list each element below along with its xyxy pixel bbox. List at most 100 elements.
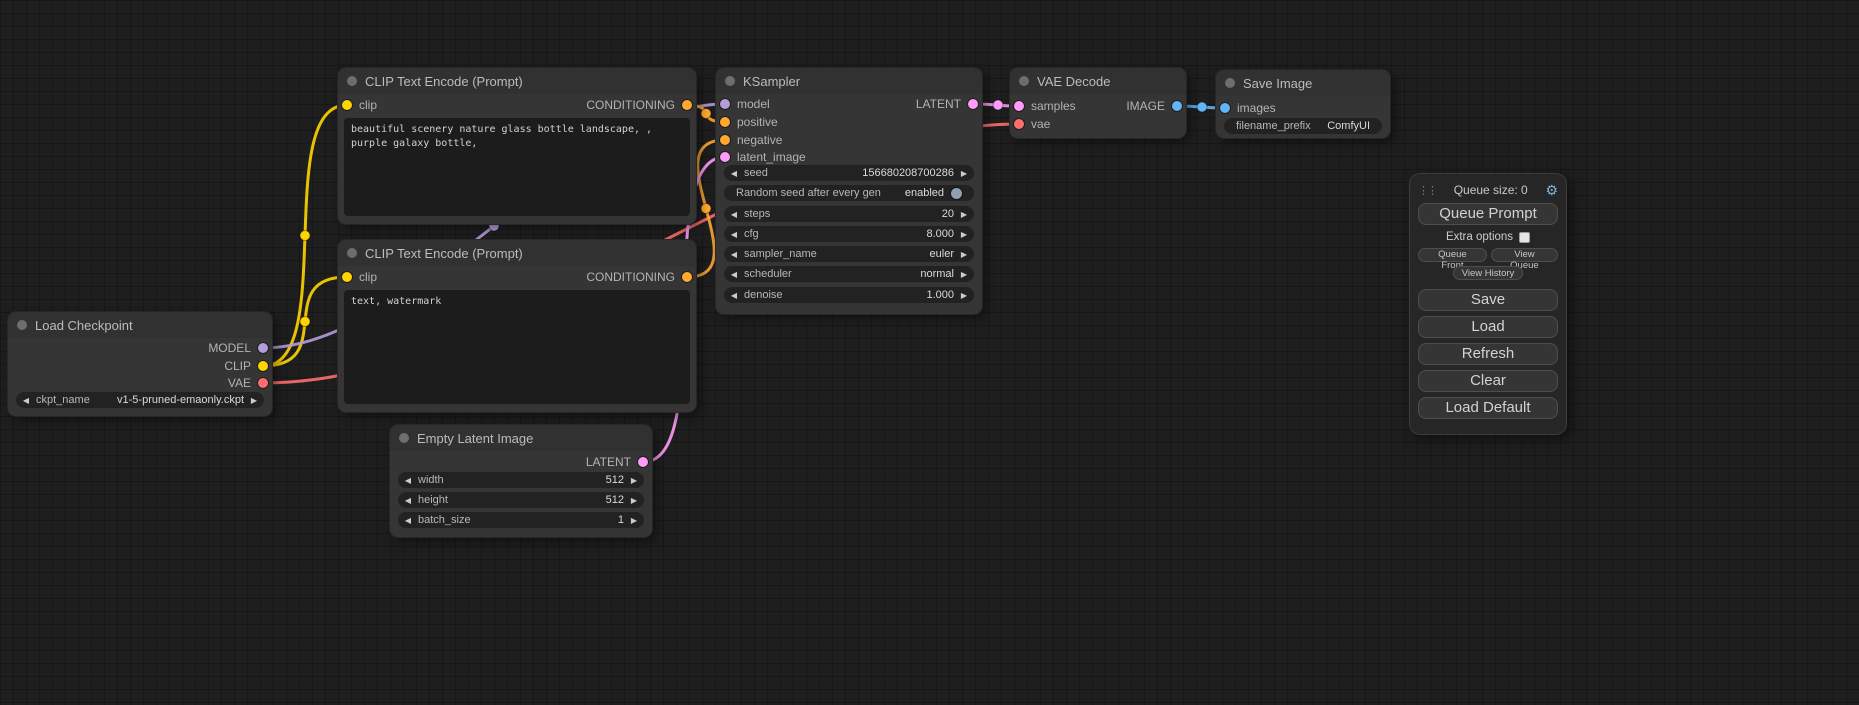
clear-button[interactable]: Clear [1418, 370, 1558, 392]
input-slot-negative[interactable]: negative [720, 131, 782, 149]
slot-dot[interactable] [720, 135, 730, 145]
output-slot-clip[interactable]: CLIP [224, 357, 268, 375]
link-midpoint-dot[interactable] [1197, 102, 1207, 112]
node-title-bar[interactable]: Save Image [1216, 70, 1390, 96]
slot-dot[interactable] [258, 343, 268, 353]
slot-dot[interactable] [1014, 101, 1024, 111]
output-slot-conditioning[interactable]: CONDITIONING [586, 268, 692, 286]
extra-options-checkbox[interactable] [1519, 232, 1530, 243]
increment-arrow-icon[interactable]: ▶ [954, 169, 974, 178]
increment-arrow-icon[interactable]: ▶ [954, 210, 974, 219]
widget-scheduler[interactable]: ◀ scheduler normal ▶ [724, 266, 974, 282]
view-history-button[interactable]: View History [1453, 266, 1524, 280]
slot-dot[interactable] [258, 361, 268, 371]
collapse-dot-icon[interactable] [725, 76, 735, 86]
increment-arrow-icon[interactable]: ▶ [624, 476, 644, 485]
collapse-dot-icon[interactable] [1225, 78, 1235, 88]
slot-dot[interactable] [720, 99, 730, 109]
widget-cfg[interactable]: ◀ cfg 8.000 ▶ [724, 226, 974, 242]
toggle-knob-icon[interactable] [951, 188, 962, 199]
prompt-textarea[interactable]: beautiful scenery nature glass bottle la… [344, 118, 690, 216]
node-title-bar[interactable]: Empty Latent Image [390, 425, 652, 451]
input-slot-images[interactable]: images [1220, 99, 1276, 117]
decrement-arrow-icon[interactable]: ◀ [724, 169, 744, 178]
collapse-dot-icon[interactable] [347, 76, 357, 86]
input-slot-latent-image[interactable]: latent_image [720, 148, 806, 166]
slot-dot[interactable] [1014, 119, 1024, 129]
increment-arrow-icon[interactable]: ▶ [624, 516, 644, 525]
link-midpoint-dot[interactable] [300, 317, 310, 327]
node-title-bar[interactable]: VAE Decode [1010, 68, 1186, 94]
output-slot-latent[interactable]: LATENT [586, 453, 648, 471]
comfyui-canvas[interactable]: { "link_colors": { "model": "#B39DDB", "… [0, 0, 1859, 705]
decrement-arrow-icon[interactable]: ◀ [724, 270, 744, 279]
slot-dot[interactable] [258, 378, 268, 388]
slot-dot[interactable] [720, 152, 730, 162]
output-slot-image[interactable]: IMAGE [1126, 97, 1182, 115]
output-slot-vae[interactable]: VAE [228, 374, 268, 392]
decrement-arrow-icon[interactable]: ◀ [398, 496, 418, 505]
slot-dot[interactable] [1172, 101, 1182, 111]
slot-dot[interactable] [968, 99, 978, 109]
output-slot-model[interactable]: MODEL [208, 339, 268, 357]
prompt-textarea[interactable]: text, watermark [344, 290, 690, 404]
refresh-button[interactable]: Refresh [1418, 343, 1558, 365]
slot-dot[interactable] [638, 457, 648, 467]
link-midpoint-dot[interactable] [701, 109, 711, 119]
node-clip-text-encode-positive[interactable]: CLIP Text Encode (Prompt) clip CONDITION… [338, 68, 696, 224]
output-slot-conditioning[interactable]: CONDITIONING [586, 96, 692, 114]
decrement-arrow-icon[interactable]: ◀ [398, 476, 418, 485]
node-title-bar[interactable]: CLIP Text Encode (Prompt) [338, 240, 696, 266]
widget-denoise[interactable]: ◀ denoise 1.000 ▶ [724, 287, 974, 303]
node-title-bar[interactable]: CLIP Text Encode (Prompt) [338, 68, 696, 94]
increment-arrow-icon[interactable]: ▶ [954, 230, 974, 239]
node-save-image[interactable]: Save Image images filename_prefix ComfyU… [1216, 70, 1390, 138]
decrement-arrow-icon[interactable]: ◀ [724, 250, 744, 259]
decrement-arrow-icon[interactable]: ◀ [16, 396, 36, 405]
increment-arrow-icon[interactable]: ▶ [954, 250, 974, 259]
increment-arrow-icon[interactable]: ▶ [244, 396, 264, 405]
slot-dot[interactable] [342, 100, 352, 110]
link-midpoint-dot[interactable] [300, 231, 310, 241]
view-queue-button[interactable]: View Queue [1491, 248, 1558, 262]
collapse-dot-icon[interactable] [399, 433, 409, 443]
output-slot-latent[interactable]: LATENT [916, 95, 978, 113]
slot-dot[interactable] [1220, 103, 1230, 113]
collapse-dot-icon[interactable] [17, 320, 27, 330]
input-slot-vae[interactable]: vae [1014, 115, 1050, 133]
node-ksampler[interactable]: KSampler model positive negative latent_… [716, 68, 982, 314]
input-slot-clip[interactable]: clip [342, 268, 377, 286]
slot-dot[interactable] [342, 272, 352, 282]
widget-height[interactable]: ◀ height 512 ▶ [398, 492, 644, 508]
input-slot-positive[interactable]: positive [720, 113, 778, 131]
input-slot-clip[interactable]: clip [342, 96, 377, 114]
queue-prompt-button[interactable]: Queue Prompt [1418, 203, 1558, 225]
input-slot-model[interactable]: model [720, 95, 770, 113]
decrement-arrow-icon[interactable]: ◀ [724, 210, 744, 219]
widget-sampler-name[interactable]: ◀ sampler_name euler ▶ [724, 246, 974, 262]
decrement-arrow-icon[interactable]: ◀ [398, 516, 418, 525]
decrement-arrow-icon[interactable]: ◀ [724, 230, 744, 239]
widget-ckpt-name[interactable]: ◀ ckpt_name v1-5-pruned-emaonly.ckpt ▶ [16, 392, 264, 408]
increment-arrow-icon[interactable]: ▶ [954, 291, 974, 300]
queue-front-button[interactable]: Queue Front [1418, 248, 1487, 262]
node-clip-text-encode-negative[interactable]: CLIP Text Encode (Prompt) clip CONDITION… [338, 240, 696, 412]
link-midpoint-dot[interactable] [701, 204, 711, 214]
load-default-button[interactable]: Load Default [1418, 397, 1558, 419]
save-button[interactable]: Save [1418, 289, 1558, 311]
node-title-bar[interactable]: Load Checkpoint [8, 312, 272, 338]
increment-arrow-icon[interactable]: ▶ [624, 496, 644, 505]
settings-gear-icon[interactable]: ⚙ [1545, 183, 1558, 197]
drag-handle-icon[interactable]: ⋮⋮ [1418, 184, 1436, 197]
slot-dot[interactable] [682, 100, 692, 110]
widget-random-seed-toggle[interactable]: Random seed after every gen enabled [724, 185, 974, 201]
widget-steps[interactable]: ◀ steps 20 ▶ [724, 206, 974, 222]
collapse-dot-icon[interactable] [1019, 76, 1029, 86]
node-load-checkpoint[interactable]: Load Checkpoint MODEL CLIP VAE ◀ ckpt_na… [8, 312, 272, 416]
node-vae-decode[interactable]: VAE Decode samples vae IMAGE [1010, 68, 1186, 138]
node-title-bar[interactable]: KSampler [716, 68, 982, 94]
slot-dot[interactable] [720, 117, 730, 127]
widget-filename-prefix[interactable]: filename_prefix ComfyUI [1224, 118, 1382, 134]
decrement-arrow-icon[interactable]: ◀ [724, 291, 744, 300]
node-empty-latent-image[interactable]: Empty Latent Image LATENT ◀ width 512 ▶ … [390, 425, 652, 537]
